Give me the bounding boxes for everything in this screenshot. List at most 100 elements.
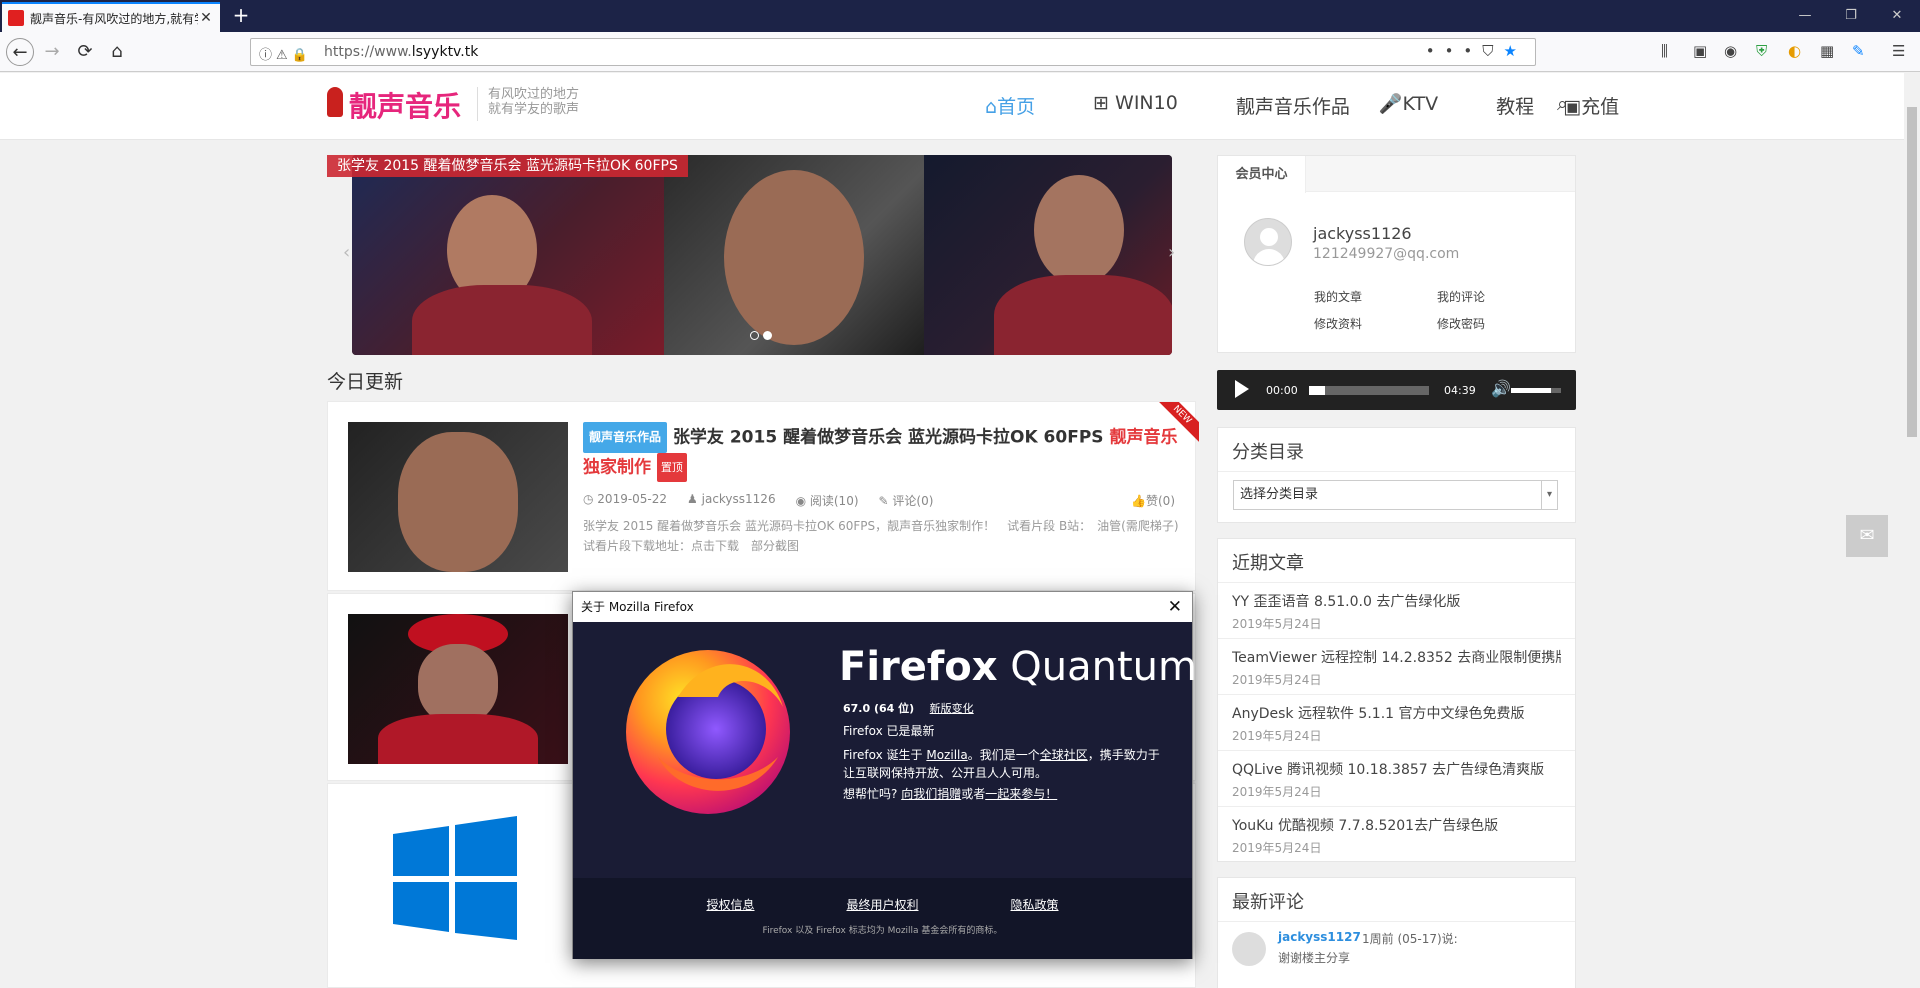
firefox-logo-icon <box>626 650 790 814</box>
forward-button[interactable]: → <box>38 38 66 66</box>
dialog-titlebar: 关于 Mozilla Firefox ✕ <box>573 592 1192 622</box>
latest-comments-widget: 最新评论 jackyss1127 1周前 (05-17)说: 谢谢楼主分享 <box>1217 877 1576 988</box>
nav-works[interactable]: 靓声音乐作品 <box>1236 92 1350 119</box>
minimize-button[interactable]: — <box>1782 0 1828 32</box>
category-select[interactable]: 选择分类目录 ▾ <box>1233 480 1558 510</box>
url-text[interactable]: https://www.lsyyktv.tk <box>324 44 478 60</box>
extension-badge-icon[interactable]: ◐ <box>1788 42 1801 60</box>
new-tab-button[interactable]: + <box>228 4 254 28</box>
banner-caption[interactable]: 张学友 2015 醒着做梦音乐会 蓝光源码卡拉OK 60FPS <box>327 155 688 177</box>
feather-icon[interactable]: ✎ <box>1852 42 1865 60</box>
nav-recharge[interactable]: ▣充值 <box>1563 92 1648 119</box>
join-link[interactable]: 一起来参与！ <box>985 787 1057 801</box>
reload-button[interactable]: ⟳ <box>71 38 99 66</box>
audio-duration: 04:39 <box>1444 384 1476 397</box>
audio-progress-bar[interactable] <box>1309 386 1429 395</box>
mozilla-link[interactable]: Mozilla <box>926 748 967 762</box>
avatar <box>1232 932 1266 966</box>
banner-image-3 <box>924 155 1172 355</box>
comment-author[interactable]: jackyss1127 <box>1278 930 1361 944</box>
donate-link[interactable]: 向我们捐赠 <box>901 787 961 801</box>
list-item[interactable]: YY 歪歪语音 8.51.0.0 去广告绿化版 2019年5月24日 <box>1218 583 1575 639</box>
back-button[interactable]: ← <box>6 38 34 66</box>
sidebar-icon[interactable]: ▣ <box>1693 42 1707 60</box>
volume-slider[interactable] <box>1511 388 1561 393</box>
nav-tutorial[interactable]: 教程 <box>1496 92 1534 119</box>
about-description: Firefox 诞生于 Mozilla。我们是一个全球社区，携手致力于让互联网保… <box>843 748 1160 780</box>
home-icon[interactable]: ⌂ <box>103 38 131 66</box>
member-email: 121249927@qq.com <box>1313 246 1460 262</box>
recent-posts-widget: 近期文章 YY 歪歪语音 8.51.0.0 去广告绿化版 2019年5月24日 T… <box>1217 538 1576 862</box>
pocket-icon[interactable]: ⛉ <box>1482 42 1503 60</box>
my-comments-link[interactable]: 我的评论 <box>1437 288 1485 305</box>
page-actions-icon[interactable]: ••• <box>1426 42 1483 60</box>
restore-button[interactable]: ❐ <box>1828 0 1874 32</box>
site-logo[interactable]: 靓声音乐 <box>349 85 461 125</box>
member-center: 会员中心 jackyss1126 121249927@qq.com 我的文章 我… <box>1217 155 1576 353</box>
bookmark-star-icon[interactable]: ★ <box>1504 42 1527 60</box>
library-icon[interactable]: ⫼ <box>1661 42 1668 60</box>
close-icon[interactable]: ✕ <box>1168 592 1182 622</box>
list-item[interactable]: QQLive 腾讯视频 10.18.3857 去广告绿色清爽版 2019年5月24… <box>1218 751 1575 807</box>
post-author[interactable]: ♟ jackyss1126 <box>687 492 776 509</box>
banner-image-1 <box>352 155 664 355</box>
account-icon[interactable]: ◉ <box>1724 42 1737 60</box>
url-bar[interactable]: ⓘ⚠🔒 https://www.lsyyktv.tk •••⛉★ <box>250 38 1536 66</box>
category-heading: 分类目录 <box>1218 428 1575 472</box>
search-icon[interactable]: ⌕ <box>1557 93 1568 115</box>
banner-dot-active[interactable] <box>763 331 772 340</box>
tab-member-center[interactable]: 会员中心 <box>1218 156 1306 193</box>
list-item[interactable]: AnyDesk 远程软件 5.1.1 官方中文绿色免费版 2019年5月24日 <box>1218 695 1575 751</box>
list-item[interactable]: YouKu 优酷视频 7.7.8.5201去广告绿色版 2019年5月24日 <box>1218 807 1575 863</box>
qrcode-icon[interactable]: ▦ <box>1820 42 1834 60</box>
post-thumbnail[interactable] <box>348 614 568 764</box>
whats-new-link[interactable]: 新版变化 <box>930 702 974 715</box>
audio-player: 00:00 04:39 🔊 <box>1217 370 1576 410</box>
privacy-link[interactable]: 隐私政策 <box>1011 896 1059 913</box>
community-link[interactable]: 全球社区 <box>1040 748 1088 762</box>
chat-float-icon[interactable]: ✉ <box>1846 515 1888 557</box>
windows-logo-icon[interactable] <box>393 816 517 940</box>
section-heading: 今日更新 <box>327 371 404 393</box>
recent-heading: 近期文章 <box>1218 539 1575 583</box>
post-meta: ◷ 2019-05-22 ♟ jackyss1126 ◉ 阅读(10) ✎ 评论… <box>583 492 933 509</box>
banner-next-icon[interactable]: › <box>1168 242 1175 263</box>
change-password-link[interactable]: 修改密码 <box>1437 315 1485 332</box>
banner-prev-icon[interactable]: ‹ <box>343 242 350 263</box>
comment-meta: 1周前 (05-17)说: <box>1362 932 1458 946</box>
logo-divider <box>477 87 478 121</box>
comment-item[interactable]: jackyss1127 1周前 (05-17)说: 谢谢楼主分享 <box>1232 930 1562 970</box>
firefox-brand: Firefox Quantum <box>839 644 1197 690</box>
shield-extension-icon[interactable]: ⛨ <box>1756 42 1767 60</box>
nav-ktv[interactable]: 🎤KTV <box>1379 92 1467 119</box>
license-link[interactable]: 授权信息 <box>706 896 754 913</box>
browser-tab[interactable]: 靓声音乐-有风吹过的地方,就有学友的歌声 ✕ <box>2 2 220 32</box>
nav-toolbar: ← → ⟳ ⌂ ⓘ⚠🔒 https://www.lsyyktv.tk •••⛉★… <box>0 32 1920 72</box>
banner-dot[interactable] <box>750 331 759 340</box>
close-window-button[interactable]: ✕ <box>1874 0 1920 32</box>
site-favicon-icon <box>8 10 24 26</box>
audio-current-time: 00:00 <box>1266 384 1298 397</box>
page-scrollbar[interactable] <box>1904 73 1920 988</box>
post-likes[interactable]: 👍赞(0) <box>1131 492 1175 509</box>
post-comments[interactable]: ✎ 评论(0) <box>879 492 934 509</box>
new-ribbon: NEW <box>1159 402 1199 442</box>
site-info-icon[interactable]: ⓘ⚠🔒 <box>259 44 312 63</box>
post-thumbnail[interactable] <box>348 422 568 572</box>
play-icon[interactable] <box>1235 380 1249 398</box>
list-item[interactable]: TeamViewer 远程控制 14.2.8352 去商业限制便携版 2019年5… <box>1218 639 1575 695</box>
eula-link[interactable]: 最终用户权利 <box>846 896 918 913</box>
main-nav: ⌂首页 ⊞ WIN10 靓声音乐作品 🎤KTV 教程 ▣充值 <box>985 92 1677 119</box>
menu-icon[interactable]: ☰ <box>1892 42 1905 60</box>
banner-slider[interactable] <box>352 155 1172 355</box>
post-category-tag[interactable]: 靓声音乐作品 <box>583 422 668 453</box>
volume-icon[interactable]: 🔊 <box>1491 379 1511 398</box>
nav-win10[interactable]: ⊞ WIN10 <box>1093 92 1207 119</box>
avatar[interactable] <box>1244 218 1292 266</box>
close-tab-icon[interactable]: ✕ <box>198 10 214 26</box>
edit-profile-link[interactable]: 修改资料 <box>1314 315 1362 332</box>
nav-home[interactable]: ⌂首页 <box>985 92 1064 119</box>
my-posts-link[interactable]: 我的文章 <box>1314 288 1362 305</box>
dialog-footer: 授权信息 最终用户权利 隐私政策 Firefox 以及 Firefox 标志均为… <box>573 878 1192 959</box>
post-title[interactable]: 靓声音乐作品 张学友 2015 醒着做梦音乐会 蓝光源码卡拉OK 60FPS 靓… <box>583 422 1183 482</box>
